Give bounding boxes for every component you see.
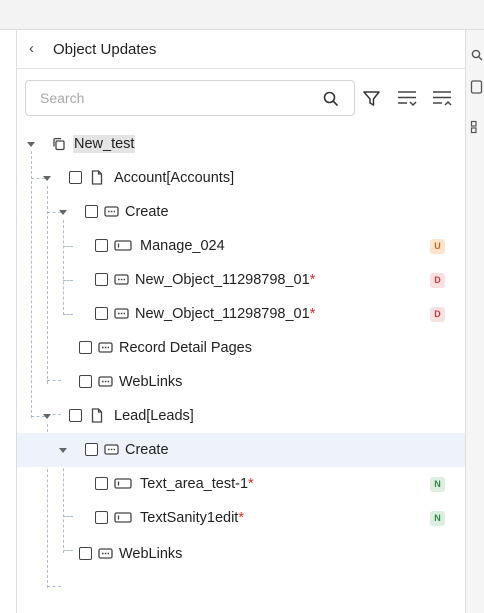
- checkbox[interactable]: [79, 547, 92, 560]
- filter-icon[interactable]: [360, 86, 384, 110]
- layout-icon: [114, 308, 129, 319]
- tree-row-text-sanity[interactable]: TextSanity1edit* N: [17, 501, 465, 535]
- tree-row-lead-create[interactable]: Create: [17, 433, 465, 467]
- tree-row-record-detail[interactable]: Record Detail Pages: [17, 331, 465, 365]
- top-bar: [0, 0, 484, 30]
- object-updates-panel: ‹ Object Updates New_test: [17, 30, 465, 613]
- tree-label-lead: Lead[Leads]: [114, 408, 194, 424]
- tree-row-text-area[interactable]: Text_area_test-1* N: [17, 467, 465, 501]
- tree-label-new-object-2: New_Object_11298798_01*: [135, 306, 316, 322]
- caret-down-icon[interactable]: [43, 414, 51, 419]
- checkbox[interactable]: [79, 375, 92, 388]
- panel-title: Object Updates: [53, 41, 157, 58]
- new-badge: N: [430, 511, 445, 526]
- required-star: *: [309, 272, 316, 288]
- checkbox[interactable]: [69, 171, 82, 184]
- checkbox[interactable]: [95, 511, 108, 524]
- tree-label-account-create: Create: [125, 204, 169, 220]
- tree-label-manage: Manage_024: [140, 238, 225, 254]
- tree-label-record-detail: Record Detail Pages: [119, 340, 252, 356]
- tree-label-weblinks-1: WebLinks: [119, 374, 183, 390]
- left-rail: [0, 30, 17, 613]
- update-badge: U: [430, 239, 445, 254]
- checkbox[interactable]: [95, 273, 108, 286]
- required-star: *: [248, 476, 254, 492]
- tree-row-new-object-2[interactable]: New_Object_11298798_01* D: [17, 297, 465, 331]
- file-icon: [91, 408, 103, 423]
- required-star: *: [238, 510, 244, 526]
- tree-label-lead-create: Create: [125, 442, 169, 458]
- tree-row-manage[interactable]: Manage_024 U: [17, 229, 465, 263]
- search-input[interactable]: [40, 89, 300, 107]
- delete-badge: D: [430, 307, 445, 322]
- layout-icon: [98, 376, 113, 387]
- tree-row-weblinks-2[interactable]: WebLinks: [17, 537, 465, 571]
- document-rail-icon[interactable]: [470, 80, 484, 94]
- copy-icon: [53, 137, 65, 151]
- layout-icon: [98, 548, 113, 559]
- file-icon: [91, 170, 103, 185]
- tree-row-root[interactable]: New_test: [17, 127, 465, 161]
- chevron-left-icon[interactable]: ‹: [29, 41, 34, 57]
- required-star: *: [309, 306, 316, 322]
- checkbox[interactable]: [79, 341, 92, 354]
- layout-icon: [104, 206, 119, 217]
- tree-label-weblinks-2: WebLinks: [119, 546, 183, 562]
- checkbox[interactable]: [85, 205, 98, 218]
- caret-down-icon[interactable]: [27, 142, 35, 147]
- new-badge: N: [430, 477, 445, 492]
- tree-row-new-object-1[interactable]: New_Object_11298798_01* D: [17, 263, 465, 297]
- tree-label-root: New_test: [73, 135, 136, 153]
- search-rail-icon[interactable]: [470, 48, 484, 62]
- layout-icon: [114, 274, 129, 285]
- object-tree: New_test Account[Accounts] Create Manage…: [17, 127, 465, 607]
- collapse-all-icon[interactable]: [430, 86, 454, 110]
- delete-badge: D: [430, 273, 445, 288]
- input-field-icon: [114, 478, 132, 489]
- caret-down-icon[interactable]: [59, 448, 67, 453]
- checkbox[interactable]: [95, 307, 108, 320]
- tree-label-new-object-1: New_Object_11298798_01*: [135, 272, 316, 288]
- right-rail: [465, 30, 484, 613]
- checkbox[interactable]: [95, 239, 108, 252]
- tree-row-account[interactable]: Account[Accounts]: [17, 161, 465, 195]
- grid-rail-icon[interactable]: [470, 120, 484, 134]
- input-field-icon: [114, 240, 132, 251]
- tree-label-text-area: Text_area_test-1*: [140, 476, 254, 492]
- tree-connector-line: [47, 586, 61, 587]
- checkbox[interactable]: [95, 477, 108, 490]
- tree-label-account: Account[Accounts]: [114, 170, 235, 186]
- layout-icon: [98, 342, 113, 353]
- tree-row-account-create[interactable]: Create: [17, 195, 465, 229]
- checkbox[interactable]: [69, 409, 82, 422]
- tree-row-weblinks-1[interactable]: WebLinks: [17, 365, 465, 399]
- input-field-icon: [114, 512, 132, 523]
- checkbox[interactable]: [85, 443, 98, 456]
- caret-down-icon[interactable]: [43, 176, 51, 181]
- panel-header: ‹ Object Updates: [17, 30, 465, 69]
- tree-row-lead[interactable]: Lead[Leads]: [17, 399, 465, 433]
- search-box: [25, 80, 355, 116]
- expand-all-icon[interactable]: [395, 86, 419, 110]
- search-icon[interactable]: [322, 90, 340, 108]
- tree-label-text-sanity: TextSanity1edit*: [140, 510, 244, 526]
- caret-down-icon[interactable]: [59, 210, 67, 215]
- layout-icon: [104, 444, 119, 455]
